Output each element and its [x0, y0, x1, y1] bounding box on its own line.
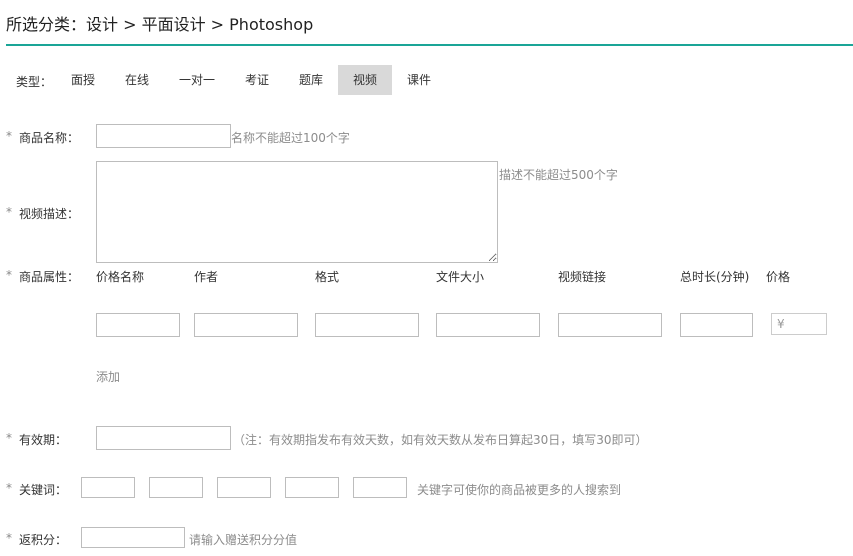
tab-video[interactable]: 视频: [338, 65, 392, 95]
points-input[interactable]: [81, 527, 185, 548]
name-hint: 名称不能超过100个字: [231, 131, 350, 145]
col-file-size: 文件大小: [436, 270, 485, 284]
col-price-name: 价格名称: [96, 270, 145, 284]
points-label: 返积分：: [19, 533, 68, 547]
breadcrumb: 所选分类：设计 > 平面设计 > Photoshop: [6, 15, 314, 34]
tab-online[interactable]: 在线: [116, 65, 158, 95]
add-link[interactable]: 添加: [96, 368, 120, 385]
yen-prefix: ¥: [777, 317, 785, 331]
keyword-input-5[interactable]: [353, 477, 407, 498]
header-divider: [6, 44, 853, 46]
required-mark: *: [6, 205, 12, 219]
keyword-input-3[interactable]: [217, 477, 271, 498]
attr-label: 商品属性：: [19, 270, 80, 284]
keywords-hint: 关键字可使你的商品被更多的人搜索到: [417, 483, 622, 497]
tab-question-bank[interactable]: 题库: [290, 65, 332, 95]
required-mark: *: [6, 268, 12, 282]
required-mark: *: [6, 531, 12, 545]
validity-input[interactable]: [96, 426, 231, 450]
keywords-label: 关键词：: [19, 483, 68, 497]
col-duration: 总时长(分钟): [680, 270, 750, 284]
validity-hint: （注：有效期指发布有效天数，如有效天数从发布日算起30日，填写30即可）: [233, 433, 648, 447]
file-size-input[interactable]: [436, 313, 540, 337]
keyword-input-2[interactable]: [149, 477, 203, 498]
col-video-link: 视频链接: [558, 270, 607, 284]
type-label: 类型：: [16, 75, 53, 89]
desc-hint: 描述不能超过500个字: [499, 168, 618, 182]
video-link-input[interactable]: [558, 313, 662, 337]
duration-input[interactable]: [680, 313, 753, 337]
author-input[interactable]: [194, 313, 298, 337]
validity-label: 有效期：: [19, 433, 68, 447]
tab-certification[interactable]: 考证: [236, 65, 278, 95]
keyword-input-4[interactable]: [285, 477, 339, 498]
tab-one-on-one[interactable]: 一对一: [170, 65, 224, 95]
tab-courseware[interactable]: 课件: [398, 65, 440, 95]
price-name-input[interactable]: [96, 313, 180, 337]
col-format: 格式: [315, 270, 340, 284]
keyword-input-1[interactable]: [81, 477, 135, 498]
name-input[interactable]: [96, 124, 231, 148]
required-mark: *: [6, 481, 12, 495]
col-author: 作者: [194, 270, 219, 284]
required-mark: *: [6, 129, 12, 143]
format-input[interactable]: [315, 313, 419, 337]
tab-face-to-face[interactable]: 面授: [62, 65, 104, 95]
desc-textarea[interactable]: [96, 161, 498, 263]
points-hint: 请输入赠送积分分值: [189, 533, 298, 547]
required-mark: *: [6, 431, 12, 445]
col-price: 价格: [766, 270, 791, 284]
price-input[interactable]: ¥: [771, 313, 827, 335]
desc-label: 视频描述：: [19, 207, 80, 221]
name-label: 商品名称：: [19, 131, 80, 145]
